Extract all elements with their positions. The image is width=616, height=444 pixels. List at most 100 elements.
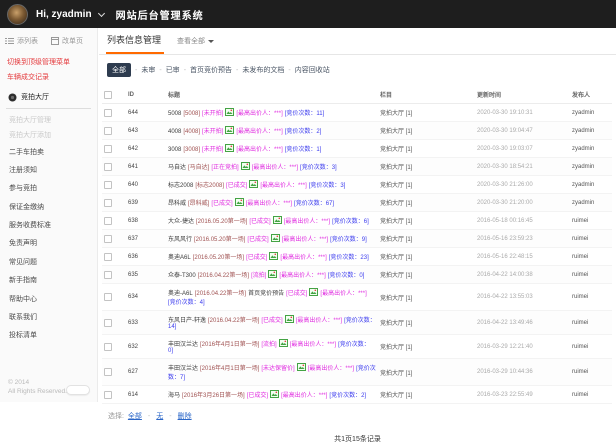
row-bid-count-tag: [竞价次数：11] xyxy=(285,111,325,117)
image-flag-icon xyxy=(225,144,234,152)
image-flag-icon xyxy=(270,390,279,398)
row-session-tag: [昂科威] xyxy=(188,201,209,207)
image-flag-icon xyxy=(225,108,234,116)
sidebar-item[interactable]: 保证金缴纳 xyxy=(0,198,97,216)
chevron-down-icon[interactable] xyxy=(98,9,105,16)
row-bid-count-tag: [竞价次数：1] xyxy=(285,147,322,153)
sidebar-item[interactable]: 参与竞拍 xyxy=(0,179,97,197)
filter-link[interactable]: 首页竞价预告 xyxy=(190,65,232,75)
sidebar-item-auction-hall[interactable]: 竞拍大厅 xyxy=(0,85,97,106)
row-title-link[interactable]: 东风风行 xyxy=(168,237,192,243)
table-row: 627丰田汉兰达[2016年4月1日第一场][未达保留价][最高出价人：***]… xyxy=(102,359,612,386)
filter-all-badge[interactable]: 全部 xyxy=(107,63,131,77)
bulk-action-link[interactable]: 全部 xyxy=(128,413,142,420)
row-title: 奥迪-A6L[2016.04.22第一场]首页竞价预告[已成交][最高出价人：*… xyxy=(166,284,378,311)
row-checkbox[interactable] xyxy=(104,217,112,225)
row-title-link[interactable]: 奥迪-A6L xyxy=(168,291,193,297)
auction-hall-icon xyxy=(8,93,17,102)
row-status-tag: [已成交] xyxy=(286,291,307,297)
bulk-action-link[interactable]: 删除 xyxy=(178,413,192,420)
row-author: ruimei xyxy=(570,248,612,266)
row-id: 635 xyxy=(126,266,166,284)
sidebar-subitem[interactable]: 竞拍大厅管理 xyxy=(0,112,97,127)
table-row: 632丰田汉兰达[2016年4月1日第一场][流拍][最高出价人：***][竞价… xyxy=(102,335,612,359)
row-checkbox[interactable] xyxy=(104,235,112,243)
row-checkbox[interactable] xyxy=(104,391,112,399)
avatar[interactable] xyxy=(7,4,28,25)
filter-link[interactable]: 未审 xyxy=(141,65,155,75)
row-bidder-tag: [最高出价人：***] xyxy=(296,318,342,324)
sidebar-item[interactable]: 新手指南 xyxy=(0,271,97,289)
sidebar-link-switch-top-menu[interactable]: 切换到顶级管理菜单 xyxy=(0,55,97,70)
sidebar-item[interactable]: 免责声明 xyxy=(0,234,97,252)
filter-link[interactable]: 内容回收站 xyxy=(295,65,330,75)
row-checkbox[interactable] xyxy=(104,271,112,279)
topbar: Hi, zyadmin 网站后台管理系统 xyxy=(0,0,616,28)
copyright-text: All Rights Reserved. xyxy=(8,387,67,397)
row-checkbox[interactable] xyxy=(104,343,112,351)
select-all-checkbox[interactable] xyxy=(104,91,112,99)
sidebar-item[interactable]: 二手车拍卖 xyxy=(0,142,97,160)
row-checkbox[interactable] xyxy=(104,145,112,153)
row-checkbox[interactable] xyxy=(104,253,112,261)
row-session-tag: [2016年4月1日第一场] xyxy=(200,342,259,348)
image-flag-icon xyxy=(269,252,278,260)
header-column: 栏目 xyxy=(378,86,475,104)
row-checkbox[interactable] xyxy=(104,319,112,327)
row-session-tag: [2016.04.22第一场] xyxy=(195,291,246,297)
row-id: 633 xyxy=(126,311,166,335)
row-bid-count-tag: [竞价次数：2] xyxy=(329,393,366,399)
row-checkbox[interactable] xyxy=(104,293,112,301)
row-title-link[interactable]: 4008 xyxy=(168,129,181,135)
row-checkbox[interactable] xyxy=(104,127,112,135)
sidebar-item[interactable]: 投标清单 xyxy=(0,326,97,344)
row-title: 东风风行[2016.05.20第一场][已成交][最高出价人：***][竞价次数… xyxy=(166,230,378,248)
row-title-link[interactable]: 丰田汉兰达 xyxy=(168,366,198,372)
filter-link[interactable]: 已审 xyxy=(166,65,180,75)
row-updated-time: 2016-05-16 23:59:23 xyxy=(475,230,570,248)
row-title-link[interactable]: 海马 xyxy=(168,393,180,399)
row-column: 竞拍大厅 [1] xyxy=(378,104,475,122)
row-checkbox[interactable] xyxy=(104,181,112,189)
row-title-link[interactable]: 马自达 xyxy=(168,165,186,171)
sidebar-link-deal-records[interactable]: 车辆成交记录 xyxy=(0,70,97,85)
row-title-link[interactable]: 大众-捷达 xyxy=(168,219,194,225)
sidebar-item[interactable]: 注册须知 xyxy=(0,161,97,179)
row-title-link[interactable]: 标志2008 xyxy=(168,183,193,189)
view-all-dropdown[interactable]: 查看全部 xyxy=(177,36,214,46)
row-bid-count-tag: [竞价次数：4] xyxy=(168,300,205,306)
row-author: ruimei xyxy=(570,230,612,248)
sidebar-subitem[interactable]: 竞拍大厅添加 xyxy=(0,127,97,142)
row-id: 632 xyxy=(126,335,166,359)
row-title-link[interactable]: 3008 xyxy=(168,147,181,153)
user-greeting[interactable]: Hi, zyadmin xyxy=(36,9,92,20)
page-title-tab[interactable]: 列表信息管理 xyxy=(106,33,164,54)
row-title-link[interactable]: 5008 xyxy=(168,111,181,117)
sidebar-item[interactable]: 帮助中心 xyxy=(0,289,97,307)
sidebar-item[interactable]: 常见问题 xyxy=(0,253,97,271)
tab-single-page-mode[interactable]: 改单页 xyxy=(51,36,83,46)
row-bidder-tag: [最高出价人：***] xyxy=(236,129,282,135)
row-checkbox[interactable] xyxy=(104,199,112,207)
row-extra-tag: 首页竞价预告 xyxy=(248,291,284,297)
copyright: © 2014 All Rights Reserved. xyxy=(8,378,67,398)
filter-separator: - xyxy=(236,67,238,74)
tab-list-mode[interactable]: 添列表 xyxy=(5,36,38,46)
row-title-link[interactable]: 众泰-T300 xyxy=(168,273,196,279)
bulk-actions: 全部-无-删除 xyxy=(126,411,194,421)
row-checkbox[interactable] xyxy=(104,163,112,171)
sidebar-item[interactable]: 联系我们 xyxy=(0,308,97,326)
sidebar-item[interactable]: 服务收费标准 xyxy=(0,216,97,234)
row-checkbox[interactable] xyxy=(104,368,112,376)
row-status-tag: [流拍] xyxy=(251,273,266,279)
row-title-link[interactable]: 昂科威 xyxy=(168,201,186,207)
row-title-link[interactable]: 奥迪A6L xyxy=(168,255,191,261)
row-id: 614 xyxy=(126,386,166,404)
row-checkbox[interactable] xyxy=(104,109,112,117)
bulk-action-link[interactable]: 无 xyxy=(156,413,163,420)
row-session-tag: [马自达] xyxy=(188,165,209,171)
filter-link[interactable]: 未发布的文档 xyxy=(242,65,284,75)
filter-separator: - xyxy=(159,67,161,74)
row-column: 竞拍大厅 [1] xyxy=(378,266,475,284)
footer-toggle[interactable] xyxy=(66,385,90,395)
